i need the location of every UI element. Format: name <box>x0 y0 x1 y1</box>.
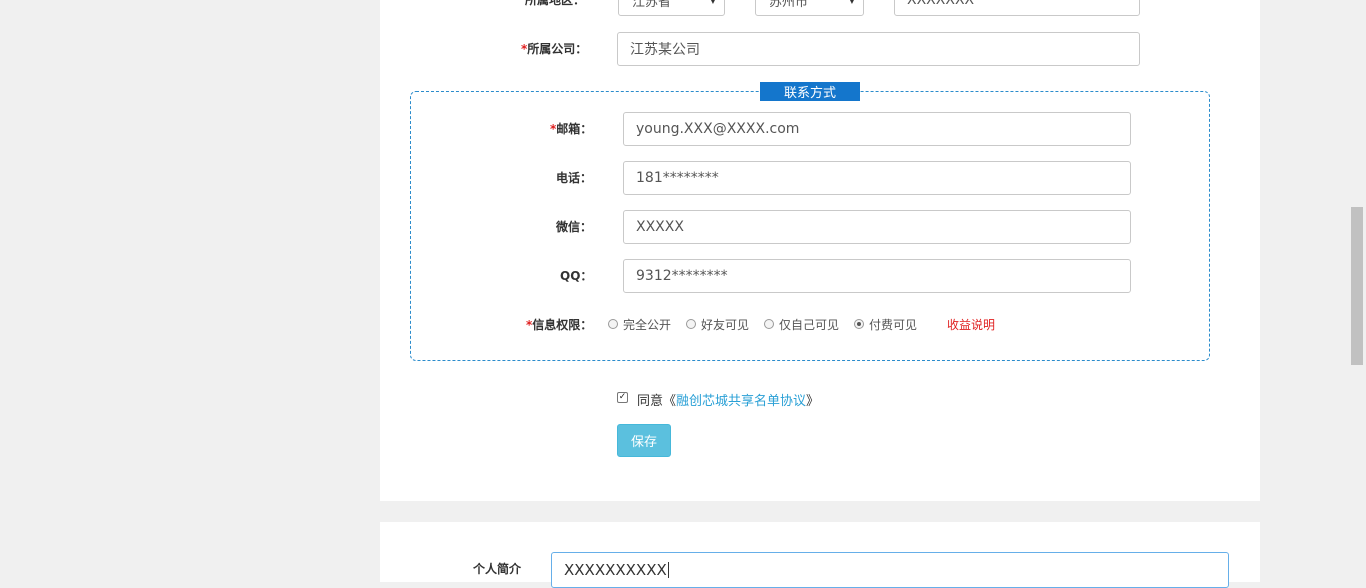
phone-label: 电话： <box>556 171 593 185</box>
email-label: *邮箱： <box>550 120 592 137</box>
region-label: 所属地区： <box>525 0 586 7</box>
chevron-down-icon: ▼ <box>709 0 716 5</box>
qq-label: QQ： <box>560 269 593 283</box>
radio-icon[interactable] <box>686 319 696 329</box>
permission-option-label: 完全公开 <box>623 317 672 332</box>
company-input-value: 江苏某公司 <box>630 42 700 58</box>
email-label-text: 邮箱： <box>556 122 593 136</box>
permission-option-label: 仅自己可见 <box>779 317 840 332</box>
qq-input[interactable]: 9312******** <box>623 259 1131 293</box>
wechat-label: 微信： <box>556 220 593 234</box>
city-select-value: 苏州市 <box>769 0 809 10</box>
company-input[interactable]: 江苏某公司 <box>617 32 1140 66</box>
region-detail-value: XXXXXXX <box>907 0 975 8</box>
chevron-down-icon: ▼ <box>848 0 855 5</box>
permission-option-label: 好友可见 <box>701 317 750 332</box>
company-label: *所属公司： <box>521 40 587 57</box>
radio-icon[interactable] <box>764 319 774 329</box>
region-detail-input[interactable]: XXXXXXX <box>894 0 1140 16</box>
agreement-text: 同意《融创芯城共享名单协议》 <box>637 390 819 409</box>
phone-input-value: 181******** <box>636 170 719 186</box>
agreement-link[interactable]: 融创芯城共享名单协议 <box>676 394 806 409</box>
permission-option-paid[interactable]: 付费可见 <box>854 315 917 333</box>
agreement-prefix: 同意《 <box>637 394 677 409</box>
intro-label: 个人简介 <box>473 562 522 576</box>
agreement-suffix: 》 <box>806 394 820 409</box>
permission-option-label: 付费可见 <box>869 317 918 332</box>
intro-input-value: XXXXXXXXXX <box>564 561 667 579</box>
city-select[interactable]: 苏州市 ▼ <box>755 0 864 16</box>
wechat-input-value: XXXXX <box>636 219 684 235</box>
text-cursor <box>667 562 669 578</box>
intro-input[interactable]: XXXXXXXXXX <box>551 552 1229 588</box>
province-select[interactable]: 江苏省 ▼ <box>618 0 725 16</box>
contact-legend: 联系方式 <box>760 82 860 101</box>
agreement-checkbox[interactable]: ✓ <box>617 392 628 403</box>
permission-option-self[interactable]: 仅自己可见 <box>764 315 839 333</box>
qq-input-value: 9312******** <box>636 268 728 284</box>
permission-label-text: 信息权限： <box>532 318 593 332</box>
check-icon: ✓ <box>618 392 627 402</box>
save-button[interactable]: 保存 <box>617 424 671 457</box>
email-input-value: young.XXX@XXXX.com <box>636 121 800 137</box>
phone-input[interactable]: 181******** <box>623 161 1131 195</box>
wechat-input[interactable]: XXXXX <box>623 210 1131 244</box>
radio-selected-icon[interactable] <box>854 319 864 329</box>
company-label-text: 所属公司： <box>527 42 588 56</box>
earnings-info-link[interactable]: 收益说明 <box>947 315 995 333</box>
permission-label: *信息权限： <box>526 316 592 333</box>
permission-option-public[interactable]: 完全公开 <box>608 315 671 333</box>
scrollbar-thumb[interactable] <box>1351 207 1363 365</box>
radio-icon[interactable] <box>608 319 618 329</box>
email-input[interactable]: young.XXX@XXXX.com <box>623 112 1131 146</box>
permission-option-friends[interactable]: 好友可见 <box>686 315 749 333</box>
province-select-value: 江苏省 <box>632 0 672 10</box>
